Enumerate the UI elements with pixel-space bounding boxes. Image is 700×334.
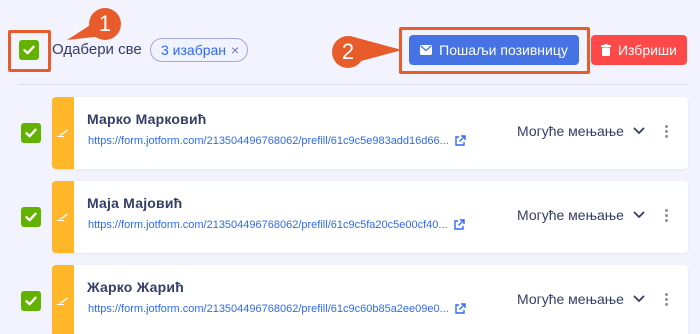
selected-count-chip: 3 изабран × (150, 38, 249, 62)
kebab-menu-icon (665, 293, 668, 296)
delete-button[interactable]: Избриши (591, 35, 687, 65)
row-link[interactable]: https://form.jotform.com/213504496768062… (88, 219, 448, 231)
row-more-menu[interactable] (665, 291, 668, 308)
check-icon (25, 128, 37, 138)
permission-value: Могуће мењање (517, 123, 624, 139)
chevron-down-icon (633, 127, 645, 135)
row-link-group[interactable]: https://form.jotform.com/213504496768062… (88, 303, 466, 315)
row-name: Жарко Жарић (87, 279, 184, 295)
row-name: Марко Марковић (87, 111, 207, 127)
callout-1: 1 (65, 6, 125, 46)
permission-dropdown[interactable]: Могуће мењање (517, 207, 645, 223)
pen-icon (57, 129, 68, 137)
row-checkbox[interactable] (21, 291, 41, 311)
external-link-icon[interactable] (454, 135, 466, 147)
row-card: Маја Мајовић https://form.jotform.com/21… (52, 181, 688, 253)
row-link[interactable]: https://form.jotform.com/213504496768062… (88, 135, 449, 147)
chevron-down-icon (633, 295, 645, 303)
permission-dropdown[interactable]: Могуће мењање (517, 123, 645, 139)
envelope-icon (420, 45, 433, 55)
callout-1-badge: 1 (89, 8, 121, 40)
list-item: Жарко Жарић https://form.jotform.com/213… (0, 265, 700, 334)
permission-value: Могуће мењање (517, 291, 624, 307)
chevron-down-icon (633, 211, 645, 219)
send-invite-button[interactable]: Пошаљи позивницу (409, 35, 579, 65)
clear-selection-icon[interactable]: × (231, 42, 239, 58)
external-link-icon[interactable] (454, 303, 466, 315)
send-invite-label: Пошаљи позивницу (439, 42, 568, 58)
row-card: Жарко Жарић https://form.jotform.com/213… (52, 265, 688, 334)
list-item: Марко Марковић https://form.jotform.com/… (0, 97, 700, 169)
row-checkbox[interactable] (21, 123, 41, 143)
row-link-group[interactable]: https://form.jotform.com/213504496768062… (88, 135, 466, 147)
kebab-menu-icon (665, 209, 668, 212)
row-link-group[interactable]: https://form.jotform.com/213504496768062… (88, 219, 465, 231)
row-link[interactable]: https://form.jotform.com/213504496768062… (88, 303, 449, 315)
pen-icon (57, 213, 68, 221)
row-checkbox[interactable] (21, 207, 41, 227)
permission-value: Могуће мењање (517, 207, 624, 223)
external-link-icon[interactable] (453, 219, 465, 231)
select-all-checkbox[interactable] (19, 40, 39, 60)
callout-2: 2 (330, 32, 410, 72)
row-name: Маја Мајовић (87, 195, 183, 211)
check-icon (25, 296, 37, 306)
permission-dropdown[interactable]: Могуће мењање (517, 291, 645, 307)
toolbar-divider (18, 84, 688, 85)
row-accent-bar (52, 265, 74, 334)
row-more-menu[interactable] (665, 123, 668, 140)
pen-icon (57, 297, 68, 305)
select-all-label[interactable]: Одабери све (52, 41, 142, 58)
callout-1-number: 1 (98, 11, 112, 36)
callout-2-badge: 2 (332, 36, 364, 68)
delete-label: Избриши (617, 42, 677, 58)
row-accent-bar (52, 181, 74, 253)
row-accent-bar (52, 97, 74, 169)
callout-2-number: 2 (341, 39, 355, 64)
row-card: Марко Марковић https://form.jotform.com/… (52, 97, 688, 169)
kebab-menu-icon (665, 125, 668, 128)
check-icon (25, 212, 37, 222)
selected-count-text: 3 изабран (161, 42, 227, 58)
trash-icon (600, 44, 611, 56)
row-more-menu[interactable] (665, 207, 668, 224)
list-item: Маја Мајовић https://form.jotform.com/21… (0, 181, 700, 253)
check-icon (23, 45, 35, 55)
